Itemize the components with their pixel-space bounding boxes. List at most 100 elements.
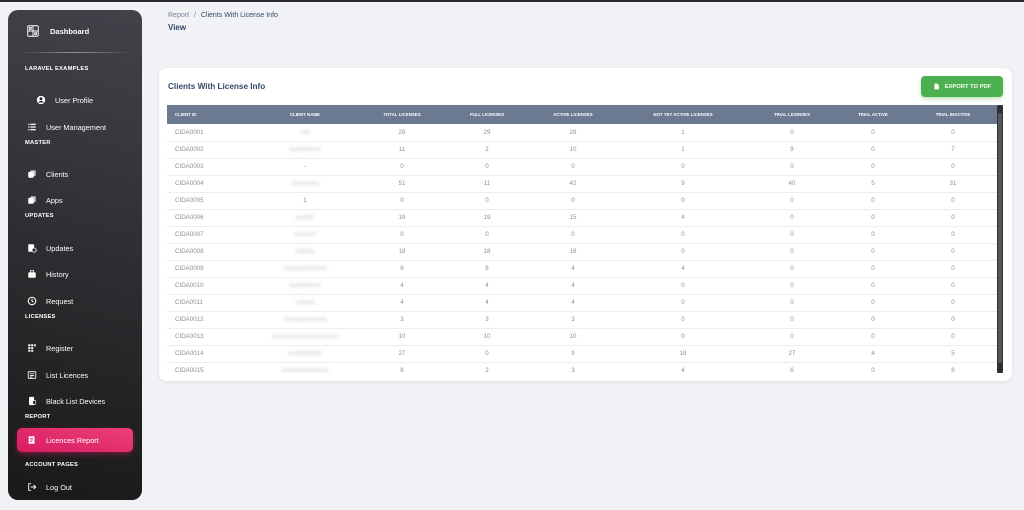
column-header[interactable]: TRIAL INACTIVE xyxy=(909,105,997,124)
dashboard-logo-icon xyxy=(26,24,40,38)
table-cell: 0 xyxy=(619,226,747,244)
scrollbar-thumb[interactable] xyxy=(998,113,1002,363)
export-to-pdf-button[interactable]: EXPORT TO PDF xyxy=(921,76,1003,97)
table-cell: 0 xyxy=(909,243,997,261)
table-cell: 28 xyxy=(527,124,619,142)
table-cell: 0 xyxy=(619,192,747,210)
sidebar-item-label: Updates xyxy=(46,243,74,253)
column-header[interactable]: CLIENT NAME xyxy=(253,105,357,124)
client-name-cell: xxxxxx xyxy=(253,294,357,312)
table-cell: 0 xyxy=(619,328,747,346)
table-cell: 0 xyxy=(837,328,909,346)
table-cell: 0 xyxy=(747,243,837,261)
column-header[interactable]: NOT YET ACTIVE LICENSES xyxy=(619,105,747,124)
table-row: CIDA0011 xxxxxx 4 4 4 0 0 0 0 xyxy=(167,294,997,312)
sidebar-item-register[interactable]: Register xyxy=(17,336,133,360)
licenses-table-container[interactable]: CLIENT ID CLIENT NAME TOTAL LICENSES FULL L… xyxy=(167,105,997,373)
sidebar-item-user-profile[interactable]: User Profile xyxy=(26,88,142,112)
table-cell: 0 xyxy=(837,294,909,312)
section-master: MASTER xyxy=(25,140,51,146)
sidebar-item-list-licences[interactable]: List Licences xyxy=(17,363,133,387)
report-card: Clients With License Info EXPORT TO PDF … xyxy=(159,68,1012,381)
table-scrollbar[interactable] xyxy=(997,105,1003,373)
table-cell: 11 xyxy=(447,175,527,193)
table-cell: 9 xyxy=(619,175,747,193)
table-cell: 0 xyxy=(357,192,447,210)
breadcrumb-parent[interactable]: Report xyxy=(168,12,189,19)
table-cell: 8 xyxy=(447,260,527,278)
client-id-cell: CIDA0004 xyxy=(167,175,253,193)
window-top-edge xyxy=(0,0,1024,2)
sidebar-item-apps[interactable]: Apps xyxy=(17,188,133,212)
client-name-cell: 1 xyxy=(253,192,357,210)
table-cell: 19 xyxy=(357,209,447,227)
table-cell: 4 xyxy=(527,277,619,295)
grid-icon xyxy=(27,343,37,353)
client-id-cell: CIDA0007 xyxy=(167,226,253,244)
client-name-cell: xxxxxxxxxxxxxxx xyxy=(253,362,357,373)
table-cell: 0 xyxy=(837,226,909,244)
table-cell: 0 xyxy=(747,260,837,278)
user-circle-icon xyxy=(36,95,46,105)
client-name-cell: xxxxxxxxxxxxxx xyxy=(253,311,357,329)
table-cell: 0 xyxy=(909,124,997,142)
client-name-cell: xxxxxxx xyxy=(253,226,357,244)
brand[interactable]: Dashboard xyxy=(8,10,142,52)
table-row: CIDA0014 xxxxxxxxxxx 27 0 9 18 27 4 5 xyxy=(167,345,997,363)
column-header[interactable]: CLIENT ID xyxy=(167,105,253,124)
table-cell: 0 xyxy=(837,277,909,295)
table-cell: 0 xyxy=(357,158,447,176)
licenses-table: CLIENT ID CLIENT NAME TOTAL LICENSES FULL L… xyxy=(167,105,997,373)
table-row: CIDA0001 xxx 29 29 28 1 0 0 0 xyxy=(167,124,997,142)
table-cell: 0 xyxy=(837,124,909,142)
table-cell: 0 xyxy=(619,294,747,312)
sidebar-item-request[interactable]: Request xyxy=(17,289,133,313)
client-id-cell: CIDA0005 xyxy=(167,192,253,210)
table-cell: 2 xyxy=(447,141,527,159)
table-cell: 0 xyxy=(837,243,909,261)
sidebar-item-user-management[interactable]: User Management xyxy=(17,115,133,139)
table-cell: 0 xyxy=(527,226,619,244)
column-header[interactable]: ACTIVE LICENSES xyxy=(527,105,619,124)
table-cell: 0 xyxy=(909,260,997,278)
column-header[interactable]: TRIAL ACTIVE xyxy=(837,105,909,124)
client-name-cell: - xyxy=(253,158,357,176)
table-body: CIDA0001 xxx 29 29 28 1 0 0 0 CIDA0002 xxxxxxxxxx 1… xyxy=(167,124,997,373)
table-cell: 27 xyxy=(747,345,837,363)
sidebar-item-licences-report[interactable]: Licences Report xyxy=(17,428,133,452)
table-row: CIDA0002 xxxxxxxxxx 11 2 10 1 9 0 7 xyxy=(167,141,997,159)
table-cell: 0 xyxy=(619,277,747,295)
client-name-cell: xxxxxxxxxx xyxy=(253,277,357,295)
section-account-pages: ACCOUNT PAGES xyxy=(25,462,79,468)
list-box-icon xyxy=(27,370,37,380)
table-cell: 4 xyxy=(619,260,747,278)
column-header[interactable]: TOTAL LICENSES xyxy=(357,105,447,124)
sidebar-item-history[interactable]: History xyxy=(17,262,133,286)
client-name-cell: xxx xyxy=(253,124,357,142)
table-row: CIDA0004 xxxxxxxxx 51 11 42 9 40 5 31 xyxy=(167,175,997,193)
copy-icon xyxy=(27,169,37,179)
client-id-cell: CIDA0014 xyxy=(167,345,253,363)
table-cell: 0 xyxy=(619,311,747,329)
column-header[interactable]: FULL LICENSES xyxy=(447,105,527,124)
sidebar-item-log-out[interactable]: Log Out xyxy=(17,475,133,499)
update-icon xyxy=(27,243,37,253)
column-header[interactable]: TRIAL LICENSES xyxy=(747,105,837,124)
table-cell: 3 xyxy=(527,362,619,373)
table-cell: 0 xyxy=(837,311,909,329)
report-icon xyxy=(27,435,37,445)
sidebar-item-updates[interactable]: Updates xyxy=(17,236,133,260)
table-cell: 29 xyxy=(447,124,527,142)
breadcrumb-current: Clients With License Info xyxy=(200,12,278,19)
briefcase-icon xyxy=(27,269,37,279)
sidebar-item-clients[interactable]: Clients xyxy=(17,162,133,186)
table-header-row: CLIENT ID CLIENT NAME TOTAL LICENSES FULL L… xyxy=(167,105,997,124)
sidebar-item-black-list-devices[interactable]: Black List Devices xyxy=(17,389,133,413)
client-name-cell: xxxxxxxxx xyxy=(253,175,357,193)
table-cell: 29 xyxy=(357,124,447,142)
table-cell: 3 xyxy=(357,311,447,329)
list-icon xyxy=(27,122,37,132)
table-cell: 0 xyxy=(747,328,837,346)
client-id-cell: CIDA0001 xyxy=(167,124,253,142)
table-cell: 10 xyxy=(527,141,619,159)
